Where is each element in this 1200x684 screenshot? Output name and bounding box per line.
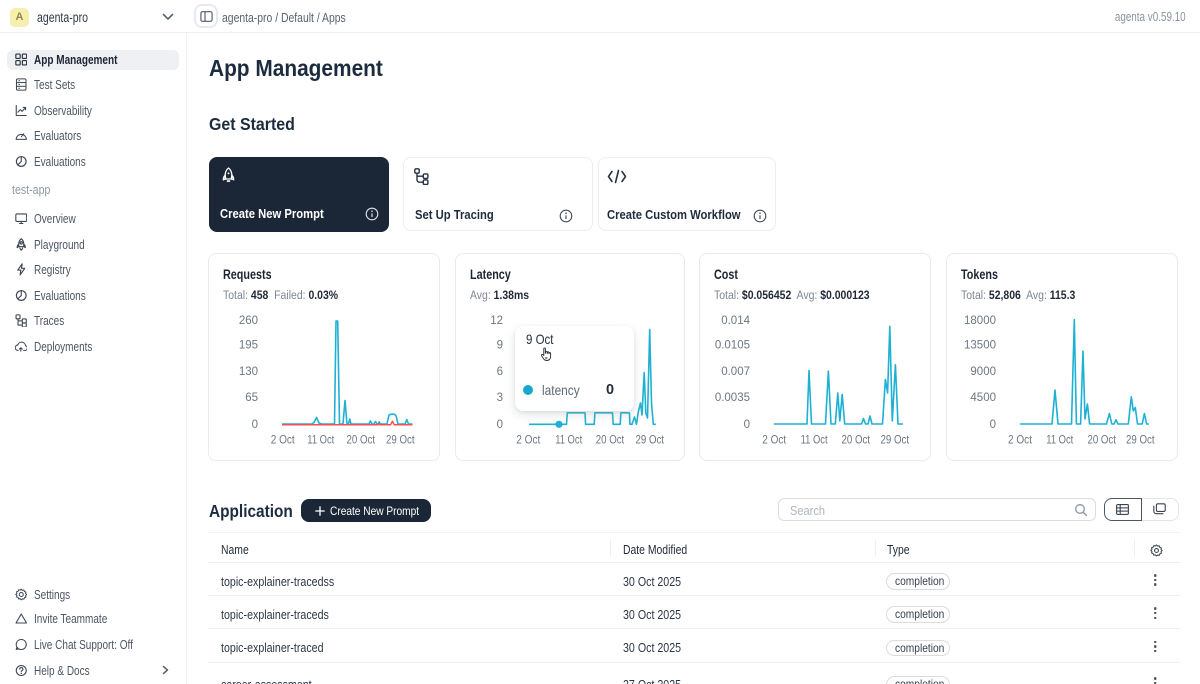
svg-text:0: 0 (252, 419, 258, 431)
svg-text:9000: 9000 (970, 366, 996, 378)
svg-text:11 Oct: 11 Oct (801, 434, 829, 446)
svg-text:4500: 4500 (970, 392, 996, 404)
svg-text:2 Oct: 2 Oct (271, 434, 296, 446)
svg-text:0: 0 (744, 419, 750, 431)
svg-text:20 Oct: 20 Oct (842, 434, 871, 446)
svg-text:20 Oct: 20 Oct (347, 434, 376, 446)
svg-text:20 Oct: 20 Oct (596, 434, 625, 446)
svg-text:18000: 18000 (964, 315, 996, 327)
svg-text:3: 3 (497, 392, 503, 404)
svg-text:0: 0 (497, 419, 503, 431)
svg-text:29 Oct: 29 Oct (386, 434, 415, 446)
svg-text:2 Oct: 2 Oct (516, 434, 541, 446)
svg-text:0.007: 0.007 (721, 366, 750, 378)
svg-text:11 Oct: 11 Oct (307, 434, 335, 446)
svg-text:11 Oct: 11 Oct (555, 434, 583, 446)
svg-text:65: 65 (245, 392, 258, 404)
svg-text:13500: 13500 (964, 339, 996, 351)
svg-text:195: 195 (239, 339, 258, 351)
svg-text:2 Oct: 2 Oct (762, 434, 787, 446)
svg-text:130: 130 (239, 366, 258, 378)
svg-text:6: 6 (497, 366, 503, 378)
svg-text:12: 12 (490, 315, 503, 327)
svg-text:0.0035: 0.0035 (715, 392, 750, 404)
svg-text:11 Oct: 11 Oct (1046, 434, 1074, 446)
svg-text:29 Oct: 29 Oct (636, 434, 665, 446)
svg-text:9: 9 (497, 339, 503, 351)
svg-text:20 Oct: 20 Oct (1087, 434, 1116, 446)
svg-text:29 Oct: 29 Oct (881, 434, 910, 446)
svg-text:0.014: 0.014 (721, 315, 750, 327)
svg-text:0: 0 (990, 419, 996, 431)
svg-text:29 Oct: 29 Oct (1126, 434, 1155, 446)
svg-text:2 Oct: 2 Oct (1008, 434, 1033, 446)
svg-text:0.0105: 0.0105 (715, 339, 750, 351)
svg-text:260: 260 (239, 315, 258, 327)
